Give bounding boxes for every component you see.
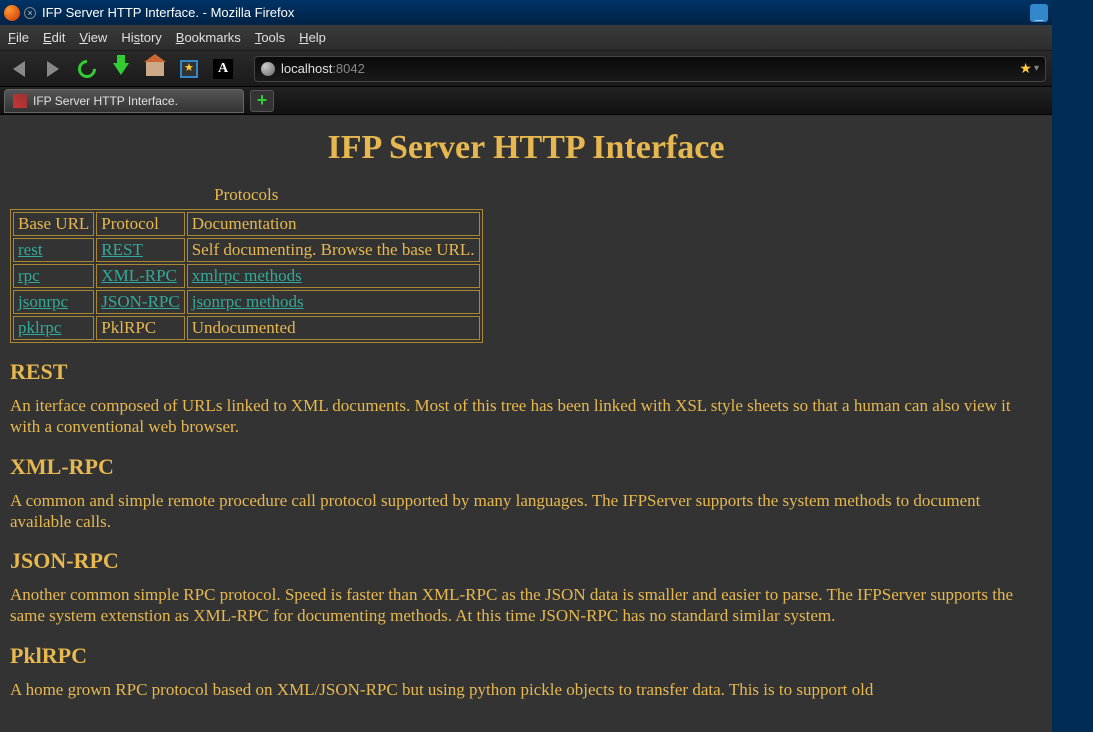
downloads-button[interactable]: [108, 56, 134, 82]
th-documentation: Documentation: [187, 212, 480, 236]
section-heading-xmlrpc: XML-RPC: [10, 454, 1042, 480]
section-text-rest: An iterface composed of URLs linked to X…: [10, 395, 1042, 438]
url-host: localhost: [281, 61, 332, 76]
new-tab-button[interactable]: +: [250, 90, 274, 112]
protocols-table: Protocols Base URL Protocol Documentatio…: [10, 185, 483, 343]
window-title: IFP Server HTTP Interface. - Mozilla Fir…: [42, 5, 294, 20]
back-icon: [13, 61, 25, 77]
link-jsonrpc-doc[interactable]: jsonrpc methods: [192, 292, 304, 311]
menu-history[interactable]: History: [121, 30, 161, 45]
section-text-pklrpc: A home grown RPC protocol based on XML/J…: [10, 679, 1042, 700]
th-protocol: Protocol: [96, 212, 184, 236]
section-heading-jsonrpc: JSON-RPC: [10, 548, 1042, 574]
page-title: IFP Server HTTP Interface: [10, 129, 1042, 167]
letter-a-icon: A: [213, 59, 233, 79]
menu-help[interactable]: Help: [299, 30, 326, 45]
reload-icon: [74, 56, 99, 81]
globe-icon: [261, 62, 275, 76]
url-bar[interactable]: localhost:8042 ★ ▾: [254, 56, 1046, 82]
url-port: :8042: [332, 61, 365, 76]
firefox-icon: [4, 5, 20, 21]
favicon-icon: [13, 94, 27, 108]
cell-rest-doc: Self documenting. Browse the base URL.: [187, 238, 480, 262]
chevron-down-icon[interactable]: ▾: [1034, 63, 1039, 74]
table-row: rpc XML-RPC xmlrpc methods: [13, 264, 480, 288]
back-button[interactable]: [6, 56, 32, 82]
table-row: rest REST Self documenting. Browse the b…: [13, 238, 480, 262]
table-row: pklrpc PklRPC Undocumented: [13, 316, 480, 340]
forward-button[interactable]: [40, 56, 66, 82]
home-button[interactable]: [142, 56, 168, 82]
browser-window: × IFP Server HTTP Interface. - Mozilla F…: [0, 0, 1052, 732]
minimize-button[interactable]: _: [1030, 4, 1048, 22]
link-rest-base[interactable]: rest: [18, 240, 43, 259]
link-rpc-doc[interactable]: xmlrpc methods: [192, 266, 302, 285]
menu-bar: File Edit View History Bookmarks Tools H…: [0, 25, 1052, 51]
section-heading-pklrpc: PklRPC: [10, 643, 1042, 669]
menu-bookmarks[interactable]: Bookmarks: [176, 30, 241, 45]
link-pklrpc-base[interactable]: pklrpc: [18, 318, 61, 337]
link-rpc-base[interactable]: rpc: [18, 266, 40, 285]
toolbar: A localhost:8042 ★ ▾: [0, 51, 1052, 87]
menu-view[interactable]: View: [79, 30, 107, 45]
bookmark-icon: [180, 60, 198, 78]
page-content: IFP Server HTTP Interface Protocols Base…: [0, 115, 1052, 732]
link-rest-proto[interactable]: REST: [101, 240, 143, 259]
tab-active[interactable]: IFP Server HTTP Interface.: [4, 89, 244, 113]
menu-file[interactable]: File: [8, 30, 29, 45]
table-row: jsonrpc JSON-RPC jsonrpc methods: [13, 290, 480, 314]
link-rpc-proto[interactable]: XML-RPC: [101, 266, 177, 285]
download-icon: [113, 63, 129, 75]
star-icon[interactable]: ★: [1019, 60, 1032, 77]
menu-edit[interactable]: Edit: [43, 30, 65, 45]
menu-tools[interactable]: Tools: [255, 30, 285, 45]
link-jsonrpc-base[interactable]: jsonrpc: [18, 292, 68, 311]
table-caption: Protocols: [10, 185, 483, 209]
close-icon[interactable]: ×: [24, 7, 36, 19]
tab-label: IFP Server HTTP Interface.: [33, 94, 178, 108]
reload-button[interactable]: [74, 56, 100, 82]
table-header-row: Base URL Protocol Documentation: [13, 212, 480, 236]
cell-pklrpc-doc: Undocumented: [187, 316, 480, 340]
cell-pklrpc-proto: PklRPC: [96, 316, 184, 340]
section-text-jsonrpc: Another common simple RPC protocol. Spee…: [10, 584, 1042, 627]
forward-icon: [47, 61, 59, 77]
bookmarks-button[interactable]: [176, 56, 202, 82]
title-bar: × IFP Server HTTP Interface. - Mozilla F…: [0, 0, 1052, 25]
tab-bar: IFP Server HTTP Interface. +: [0, 87, 1052, 115]
home-icon: [146, 62, 164, 76]
section-text-xmlrpc: A common and simple remote procedure cal…: [10, 490, 1042, 533]
section-heading-rest: REST: [10, 359, 1042, 385]
link-jsonrpc-proto[interactable]: JSON-RPC: [101, 292, 179, 311]
th-base-url: Base URL: [13, 212, 94, 236]
noscript-button[interactable]: A: [210, 56, 236, 82]
